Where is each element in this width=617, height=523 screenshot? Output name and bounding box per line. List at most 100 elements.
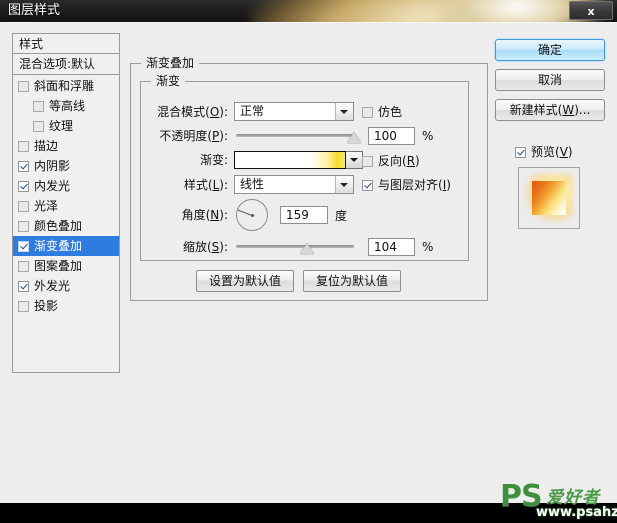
sidebar-item-label: 等高线 (49, 99, 86, 113)
window-title: 图层样式 (8, 3, 61, 18)
ok-button[interactable]: 确定 (495, 39, 605, 61)
opacity-slider[interactable] (236, 129, 361, 143)
chevron-down-icon[interactable] (335, 176, 353, 193)
sidebar-item-label: 内发光 (34, 179, 71, 193)
sidebar-item-5[interactable]: 内发光 (13, 176, 119, 196)
gradient-swatch[interactable] (234, 151, 346, 169)
scale-row: 缩放(S): 104 % (155, 238, 433, 256)
angle-label: 角度(N): (181, 208, 228, 222)
sidebar-item-label: 颜色叠加 (34, 219, 83, 233)
dither-label: 仿色 (378, 105, 403, 119)
align-with-layer-row[interactable]: 与图层对齐(I) (362, 178, 451, 192)
blend-mode-label: 混合模式(O): (157, 104, 228, 119)
opacity-input[interactable]: 100 (368, 127, 415, 145)
style-enable-checkbox[interactable] (18, 240, 29, 252)
scale-label: 缩放(S): (182, 240, 228, 254)
scale-slider[interactable] (236, 240, 354, 254)
sidebar-item-label: 纹理 (49, 119, 74, 133)
sidebar-item-7[interactable]: 颜色叠加 (13, 216, 119, 236)
blend-mode-row: 混合模式(O): 正常 (155, 102, 354, 121)
gradient-row: 渐变: (155, 151, 363, 169)
sidebar-item-3[interactable]: 描边 (13, 136, 119, 156)
sidebar-item-11[interactable]: 投影 (13, 296, 119, 316)
gradient-overlay-group-title: 渐变叠加 (141, 56, 200, 70)
sidebar-item-label: 渐变叠加 (34, 239, 83, 253)
scale-input[interactable]: 104 (368, 238, 415, 256)
sidebar-item-label: 光泽 (34, 199, 59, 213)
style-list-items: 斜面和浮雕等高线纹理描边内阴影内发光光泽颜色叠加渐变叠加图案叠加外发光 投影 (12, 75, 120, 373)
style-enable-checkbox[interactable] (33, 100, 44, 112)
preview-checkbox-row[interactable]: 预览(V) (515, 145, 573, 159)
align-with-layer-label: 与图层对齐(I) (378, 178, 451, 192)
style-enable-checkbox[interactable] (18, 220, 29, 232)
gradient-style-value: 线性 (240, 177, 265, 191)
style-enable-checkbox[interactable] (33, 120, 44, 132)
new-style-button[interactable]: 新建样式(W)... (495, 99, 605, 121)
reverse-checkbox-row[interactable]: 反向(R) (362, 154, 420, 168)
make-default-button[interactable]: 设置为默认值 (196, 270, 294, 292)
gradient-style-label: 样式(L): (183, 177, 228, 192)
gradient-picker[interactable] (234, 151, 363, 169)
dither-checkbox[interactable] (362, 106, 373, 118)
title-bar-image-glow (246, 0, 594, 22)
style-enable-checkbox[interactable] (18, 200, 29, 212)
preview-checkbox[interactable] (515, 146, 526, 158)
opacity-row: 不透明度(P): 100 % (155, 127, 433, 145)
sidebar-item-2[interactable]: 纹理 (13, 116, 119, 136)
blend-mode-value: 正常 (240, 104, 265, 118)
title-bar[interactable]: 图层样式 x (0, 0, 617, 22)
opacity-slider-thumb[interactable] (347, 132, 361, 143)
reverse-label: 反向(R) (378, 154, 420, 168)
blend-mode-select[interactable]: 正常 (234, 102, 354, 121)
gradient-chevron-down-icon[interactable] (346, 151, 363, 169)
cancel-button[interactable]: 取消 (495, 69, 605, 91)
watermark-url: www.psahz.com (536, 505, 617, 520)
sidebar-item-blending-options[interactable]: 混合选项:默认 (12, 54, 120, 75)
angle-dial[interactable] (236, 199, 268, 231)
preview-label: 预览(V) (531, 145, 573, 159)
dither-checkbox-row[interactable]: 仿色 (362, 105, 402, 119)
style-enable-checkbox[interactable] (18, 280, 29, 292)
sidebar-item-6[interactable]: 光泽 (13, 196, 119, 216)
style-enable-checkbox[interactable] (18, 300, 29, 312)
sidebar-item-label: 内阴影 (34, 159, 71, 173)
scale-slider-track (236, 245, 354, 248)
opacity-unit: % (422, 129, 434, 143)
style-enable-checkbox[interactable] (18, 260, 29, 272)
angle-dial-center (251, 214, 254, 217)
preview-gradient-square (532, 181, 566, 215)
opacity-slider-track (236, 134, 354, 137)
gradient-style-select[interactable]: 线性 (234, 175, 354, 194)
opacity-label: 不透明度(P): (159, 129, 228, 143)
style-enable-checkbox[interactable] (18, 140, 29, 152)
angle-row: 角度(N): 159 度 (155, 199, 347, 231)
preview-thumbnail (518, 167, 580, 229)
sidebar-item-8[interactable]: 渐变叠加 (13, 236, 119, 256)
chevron-down-icon[interactable] (335, 103, 353, 120)
sidebar-item-label: 图案叠加 (34, 259, 83, 273)
sidebar-item-9[interactable]: 图案叠加 (13, 256, 119, 276)
reverse-checkbox[interactable] (362, 155, 373, 167)
gradient-style-row: 样式(L): 线性 (155, 175, 354, 194)
sidebar-item-0[interactable]: 斜面和浮雕 (13, 76, 119, 96)
scale-unit: % (422, 240, 434, 254)
style-list: 样式 混合选项:默认 斜面和浮雕等高线纹理描边内阴影内发光光泽颜色叠加渐变叠加图… (12, 33, 120, 373)
sidebar-item-label: 斜面和浮雕 (34, 79, 95, 93)
gradient-subgroup-title: 渐变 (151, 74, 186, 88)
angle-input[interactable]: 159 (280, 206, 328, 224)
sidebar-item-1[interactable]: 等高线 (13, 96, 119, 116)
angle-unit: 度 (335, 208, 348, 223)
watermark: PS 爱好者 www.psahz.com (498, 479, 617, 523)
style-enable-checkbox[interactable] (18, 80, 29, 92)
sidebar-item-10[interactable]: 外发光 (13, 276, 119, 296)
sidebar-item-4[interactable]: 内阴影 (13, 156, 119, 176)
style-list-header: 样式 (12, 33, 120, 54)
layer-style-dialog: 样式 混合选项:默认 斜面和浮雕 等高线 纹理 描边 内阴影 内发光 光泽 颜色叠加 渐变叠加图… (0, 22, 617, 520)
reset-default-button[interactable]: 复位为默认值 (303, 270, 401, 292)
scale-slider-thumb[interactable] (299, 243, 314, 254)
style-enable-checkbox[interactable] (18, 160, 29, 172)
gradient-label: 渐变: (199, 153, 228, 167)
align-with-layer-checkbox[interactable] (362, 179, 373, 191)
style-enable-checkbox[interactable] (18, 180, 29, 192)
close-icon[interactable]: x (569, 1, 613, 20)
